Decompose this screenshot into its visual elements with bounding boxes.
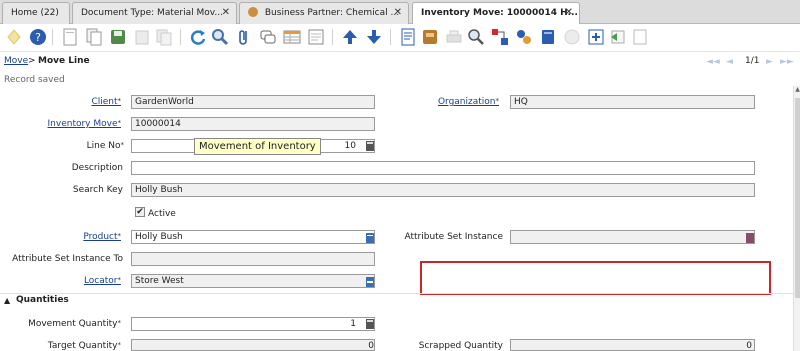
close-icon[interactable]: ✕ xyxy=(565,3,573,23)
attribute-set-instance-to-label: Attribute Set Instance To xyxy=(12,254,123,264)
new-record-icon[interactable] xyxy=(60,27,80,47)
locator-label[interactable]: Locator* xyxy=(84,276,121,286)
process-icon[interactable] xyxy=(586,27,606,47)
line-no-label: Line No* xyxy=(86,141,124,151)
description-label: Description xyxy=(71,163,123,173)
active-checkbox[interactable]: ✔ xyxy=(135,207,145,217)
calculator-icon[interactable] xyxy=(366,319,374,329)
help-icon[interactable]: ? xyxy=(28,27,48,47)
close-icon[interactable]: ✕ xyxy=(222,3,230,23)
attachment-icon[interactable] xyxy=(234,27,254,47)
highlight-box xyxy=(420,261,771,295)
tab-document-type[interactable]: Document Type: Material Mov... ✕ xyxy=(72,2,237,24)
previous-record-icon[interactable] xyxy=(340,27,360,47)
history-icon[interactable] xyxy=(306,27,326,47)
movement-quantity-field[interactable]: 1 xyxy=(131,317,375,331)
quantities-section-title: Quantities xyxy=(16,295,69,305)
last-record-icon[interactable]: ►► xyxy=(780,57,794,67)
organization-field[interactable]: HQ xyxy=(510,95,755,109)
active-label: Active xyxy=(148,209,176,219)
inventory-move-label[interactable]: Inventory Move* xyxy=(48,119,121,129)
tab-home[interactable]: Home (22) xyxy=(2,2,70,24)
find-icon[interactable] xyxy=(210,27,230,47)
business-partner-icon xyxy=(248,6,258,17)
scrapped-quantity-label: Scrapped Quantity xyxy=(418,341,503,351)
movement-quantity-label: Movement Quantity* xyxy=(28,319,121,329)
breadcrumb-parent-link[interactable]: Move xyxy=(4,56,28,66)
tab-business-partner[interactable]: Business Partner: Chemical ... ✕ xyxy=(239,2,409,24)
workflow-icon[interactable] xyxy=(490,27,510,47)
print-icon[interactable] xyxy=(444,27,464,47)
attribute-set-icon[interactable] xyxy=(746,233,754,243)
scrapped-quantity-field[interactable]: 0 xyxy=(510,339,755,351)
locator-search-icon[interactable] xyxy=(366,277,374,287)
refresh-icon[interactable] xyxy=(188,27,208,47)
tab-document-type-label: Document Type: Material Mov... xyxy=(81,8,223,18)
tooltip: Movement of Inventory xyxy=(194,138,321,155)
description-field[interactable] xyxy=(131,161,755,175)
calculator-icon[interactable] xyxy=(366,141,374,151)
inventory-move-field[interactable]: 10000014 xyxy=(131,117,375,131)
next-record-nav-icon[interactable]: ► xyxy=(766,57,773,67)
chat-icon[interactable] xyxy=(258,27,278,47)
scroll-up-icon[interactable]: ▲ xyxy=(794,86,800,94)
breadcrumb-current: Move Line xyxy=(38,56,90,66)
product-label[interactable]: Product* xyxy=(83,232,121,242)
copy-record-icon[interactable] xyxy=(84,27,104,47)
delete-selection-icon[interactable] xyxy=(154,27,174,47)
attribute-set-instance-to-field[interactable] xyxy=(131,252,375,266)
target-quantity-field[interactable]: 0 xyxy=(131,339,375,351)
tab-inventory-move-label: Inventory Move: 10000014 H... xyxy=(421,8,578,18)
target-quantity-label: Target Quantity* xyxy=(47,341,121,351)
requests-icon[interactable] xyxy=(538,27,558,47)
locator-field[interactable]: Store West xyxy=(131,274,375,288)
vertical-scrollbar[interactable]: ▲ xyxy=(793,86,800,351)
tab-inventory-move[interactable]: Inventory Move: 10000014 H... ✕ xyxy=(412,2,580,25)
post-icon[interactable] xyxy=(630,27,650,47)
search-key-label: Search Key xyxy=(72,185,123,195)
attribute-set-instance-field[interactable] xyxy=(510,230,755,244)
first-record-icon[interactable]: ◄◄ xyxy=(706,57,720,67)
product-info-icon[interactable] xyxy=(562,27,582,47)
tab-business-partner-label: Business Partner: Chemical ... xyxy=(264,8,400,18)
svg-text:?: ? xyxy=(35,31,41,44)
product-field[interactable]: Holly Bush xyxy=(131,230,375,244)
grid-toggle-icon[interactable] xyxy=(282,27,302,47)
delete-icon[interactable] xyxy=(132,27,152,47)
report-icon[interactable] xyxy=(398,27,418,47)
quantities-section-header[interactable]: ▲ Quantities xyxy=(0,293,795,309)
search-key-field[interactable]: Holly Bush xyxy=(131,183,755,197)
attribute-set-instance-label: Attribute Set Instance xyxy=(404,232,503,242)
close-icon[interactable]: ✕ xyxy=(394,3,402,23)
export-icon[interactable] xyxy=(608,27,628,47)
client-label[interactable]: Client* xyxy=(91,97,121,107)
prev-record-nav-icon[interactable]: ◄ xyxy=(726,57,733,67)
archive-icon[interactable] xyxy=(420,27,440,47)
active-workflows-icon[interactable] xyxy=(514,27,534,47)
client-field[interactable]: GardenWorld xyxy=(131,95,375,109)
toolbar: ? xyxy=(0,24,800,52)
tab-home-label: Home (22) xyxy=(11,8,59,18)
breadcrumb-separator: > xyxy=(28,56,36,66)
product-search-icon[interactable] xyxy=(366,233,374,243)
scroll-thumb[interactable] xyxy=(795,98,800,298)
breadcrumb: Move > Move Line ◄◄ ◄ 1/1 ► ►► xyxy=(0,53,800,73)
status-message: Record saved xyxy=(4,75,65,85)
window-tab-strip: Home (22) Document Type: Material Mov...… xyxy=(0,0,800,25)
organization-label[interactable]: Organization* xyxy=(438,97,499,107)
ignore-icon[interactable] xyxy=(4,27,24,47)
next-record-icon[interactable] xyxy=(364,27,384,47)
record-pager: 1/1 xyxy=(745,56,760,66)
collapse-arrow-icon[interactable]: ▲ xyxy=(4,296,10,305)
save-icon[interactable] xyxy=(108,27,128,47)
zoom-across-icon[interactable] xyxy=(466,27,486,47)
